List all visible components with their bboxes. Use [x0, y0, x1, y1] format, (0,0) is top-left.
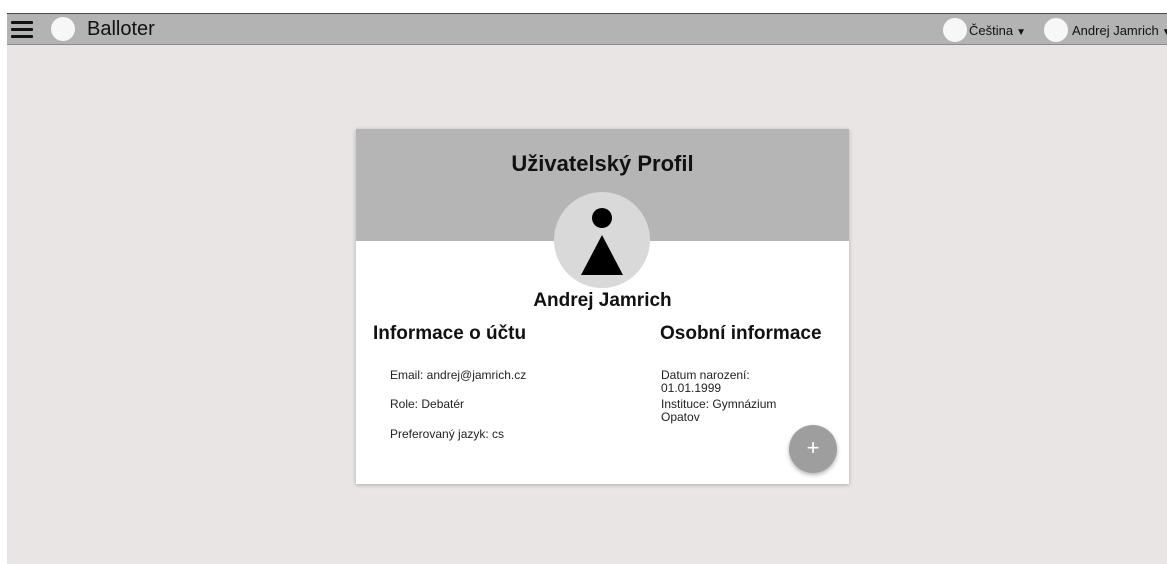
add-button[interactable]: +: [789, 425, 837, 473]
profile-card: Uživatelský Profil Andrej Jamrich Inform…: [356, 129, 849, 484]
language-placeholder-icon: [943, 18, 967, 42]
user-label: Andrej Jamrich: [1072, 23, 1159, 38]
top-bar: Balloter Čeština ▼ Andrej Jamrich ▼: [7, 13, 1167, 45]
app-title: Balloter: [87, 18, 155, 40]
avatar: [554, 192, 650, 288]
avatar-head-icon: [592, 208, 612, 228]
birth-date-text: Datum narození: 01.01.1999: [661, 368, 750, 395]
role-text: Role: Debatér: [390, 397, 465, 411]
profile-user-name: Andrej Jamrich: [533, 290, 672, 311]
account-info-heading: Informace o účtu: [373, 323, 527, 344]
user-dropdown[interactable]: Andrej Jamrich ▼: [1072, 23, 1167, 38]
plus-icon: +: [806, 435, 820, 460]
avatar-body-icon: [581, 235, 623, 275]
preferred-language-text: Preferovaný jazyk: cs: [390, 427, 505, 441]
page-title: Uživatelský Profil: [511, 151, 694, 176]
logo-placeholder-icon: [51, 17, 75, 41]
language-label: Čeština: [969, 23, 1014, 38]
chevron-down-icon: ▼: [1161, 27, 1167, 38]
hamburger-menu-icon[interactable]: [11, 21, 33, 38]
user-avatar-icon: [1044, 18, 1068, 42]
institution-text: Instituce: Gymnázium Opatov: [661, 397, 777, 424]
chevron-down-icon: ▼: [1016, 27, 1026, 38]
personal-info-heading: Osobní informace: [660, 323, 822, 344]
app-frame: Balloter Čeština ▼ Andrej Jamrich ▼ Uživat…: [7, 13, 1167, 564]
language-dropdown[interactable]: Čeština ▼: [969, 23, 1026, 38]
email-text: Email: andrej@jamrich.cz: [390, 368, 527, 382]
